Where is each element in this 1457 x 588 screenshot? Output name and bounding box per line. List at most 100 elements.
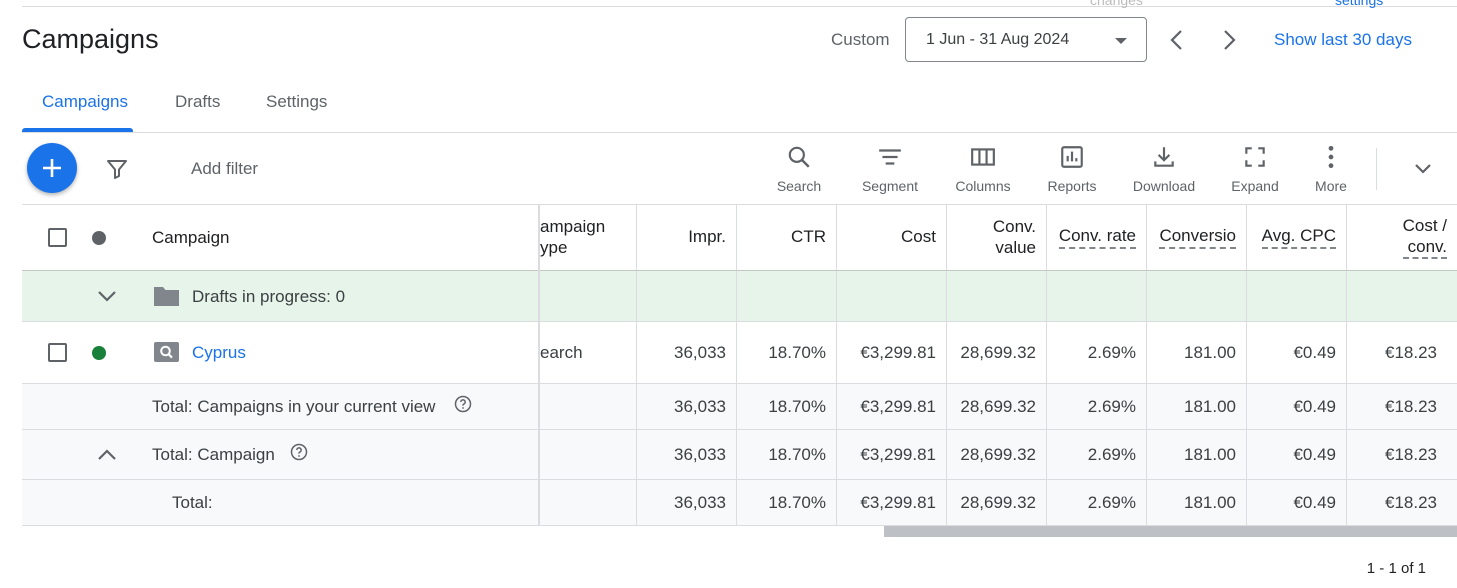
- cell-conv-rate: 2.69%: [1046, 322, 1146, 383]
- total-label: Total:: [172, 493, 213, 512]
- cell-value: 18.70%: [768, 342, 826, 362]
- segment-tool-button[interactable]: Segment: [850, 144, 930, 194]
- header-conversions[interactable]: Conversio: [1146, 205, 1246, 270]
- cell-conversions: 181.00: [1146, 430, 1246, 479]
- tool-label: Reports: [1047, 178, 1097, 194]
- cell-conv-value: 28,699.32: [946, 430, 1046, 479]
- page-title: Campaigns: [22, 24, 159, 54]
- reports-tool-button[interactable]: Reports: [1032, 144, 1112, 194]
- cell-value: 2.69%: [1087, 492, 1136, 512]
- help-icon[interactable]: [290, 443, 308, 461]
- cell-value: 18.70%: [768, 396, 826, 416]
- chevron-down-icon[interactable]: [1410, 158, 1436, 180]
- table-row[interactable]: Cyprus earch 36,033 18.70% €3,299.81 28,…: [22, 322, 1457, 384]
- search-tool-button[interactable]: Search: [759, 144, 839, 194]
- plus-icon: [43, 159, 61, 177]
- cell-value: 28,699.32: [960, 444, 1036, 464]
- cell-impr: 36,033: [636, 322, 736, 383]
- columns-tool-button[interactable]: Columns: [943, 144, 1023, 194]
- chevron-left-icon[interactable]: [1167, 28, 1187, 52]
- tab-settings[interactable]: Settings: [266, 92, 327, 112]
- header-line: value: [995, 237, 1036, 257]
- cell-impr: 36,033: [636, 384, 736, 429]
- top-divider: [22, 6, 1457, 7]
- download-tool-button[interactable]: Download: [1124, 144, 1204, 194]
- header-cost-per-conv[interactable]: Cost / conv.: [1346, 205, 1457, 270]
- cell-value: €0.49: [1293, 342, 1336, 362]
- expand-icon: [1245, 147, 1265, 167]
- header-impr[interactable]: Impr.: [636, 205, 736, 270]
- date-range-select[interactable]: 1 Jun - 31 Aug 2024: [905, 17, 1147, 62]
- reports-icon: [1061, 146, 1083, 168]
- cell-conv-value: 28,699.32: [946, 322, 1046, 383]
- chevron-up-icon[interactable]: [95, 443, 119, 467]
- header-ctr[interactable]: CTR: [736, 205, 836, 270]
- chevron-right-icon[interactable]: [1219, 28, 1239, 52]
- row-checkbox[interactable]: [48, 343, 67, 362]
- show-last-30-days-link[interactable]: Show last 30 days: [1274, 30, 1412, 50]
- cell-conversions: 181.00: [1146, 384, 1246, 429]
- add-button[interactable]: [27, 143, 77, 193]
- cell-conv-rate: 2.69%: [1046, 480, 1146, 525]
- cell-cost: €3,299.81: [836, 384, 946, 429]
- chevron-down-icon[interactable]: [95, 284, 119, 308]
- cell-value: €0.49: [1293, 492, 1336, 512]
- cell-conversions: 181.00: [1146, 322, 1246, 383]
- cell-impr: 36,033: [636, 430, 736, 479]
- drafts-label: Drafts in progress: 0: [192, 287, 346, 306]
- tab-drafts[interactable]: Drafts: [175, 92, 220, 112]
- cell-value: €0.49: [1293, 444, 1336, 464]
- cell-value: €18.23: [1385, 396, 1437, 416]
- drafts-cell: [736, 271, 836, 321]
- horizontal-scrollbar[interactable]: [884, 526, 1457, 537]
- header-text: Conversio: [1159, 226, 1236, 249]
- search-campaign-icon: [154, 342, 179, 362]
- cell-value: 18.70%: [768, 492, 826, 512]
- cell-value: €3,299.81: [860, 342, 936, 362]
- expand-tool-button[interactable]: Expand: [1215, 144, 1295, 194]
- date-range-value: 1 Jun - 31 Aug 2024: [926, 30, 1070, 48]
- tool-label: Search: [776, 178, 822, 194]
- campaign-name-link[interactable]: Cyprus: [192, 343, 246, 363]
- add-filter-button[interactable]: Add filter: [191, 159, 258, 179]
- more-tool-button[interactable]: More: [1291, 144, 1371, 194]
- header-line: conv.: [1407, 236, 1447, 256]
- filter-icon[interactable]: [105, 157, 129, 181]
- cell-ctr: 18.70%: [736, 384, 836, 429]
- cut-off-link[interactable]: settings: [1335, 0, 1383, 8]
- tool-label: Columns: [955, 178, 1011, 194]
- tool-label: Segment: [861, 178, 919, 194]
- header-campaign-type[interactable]: ampaign ype: [540, 205, 637, 270]
- segment-icon: [879, 149, 901, 165]
- header-campaign[interactable]: Campaign: [152, 228, 230, 248]
- header-text: Conv. rate: [1058, 226, 1136, 249]
- cell-impr: 36,033: [636, 480, 736, 525]
- status-enabled-icon[interactable]: [92, 346, 106, 360]
- cell-conv-rate: 2.69%: [1046, 384, 1146, 429]
- header-avg-cpc[interactable]: Avg. CPC: [1246, 205, 1346, 270]
- frozen-column-divider: [538, 205, 540, 526]
- header-conv-value[interactable]: Conv. value: [946, 205, 1046, 270]
- drafts-cell: [1146, 271, 1246, 321]
- tool-label: Expand: [1231, 178, 1279, 194]
- header-conv-rate[interactable]: Conv. rate: [1046, 205, 1146, 270]
- cell-conv-value: 28,699.32: [946, 384, 1046, 429]
- help-icon[interactable]: [454, 395, 472, 413]
- cell-value: 2.69%: [1087, 342, 1136, 362]
- download-icon: [1154, 147, 1174, 167]
- total-label: Total: Campaigns in your current view: [152, 397, 436, 416]
- tab-campaigns[interactable]: Campaigns: [42, 92, 128, 112]
- toolbar-divider: [1376, 148, 1377, 190]
- cell-conversions: 181.00: [1146, 480, 1246, 525]
- cell-value: 2.69%: [1087, 396, 1136, 416]
- cell-ctr: 18.70%: [736, 480, 836, 525]
- cell-value: 181.00: [1184, 342, 1236, 362]
- drafts-cell: [1046, 271, 1146, 321]
- header-cost[interactable]: Cost: [836, 205, 946, 270]
- cell-cost: €3,299.81: [836, 322, 946, 383]
- select-all-checkbox[interactable]: [48, 228, 67, 247]
- cell-value: €18.23: [1385, 342, 1437, 362]
- cell-cost-per-conv: €18.23: [1346, 480, 1457, 525]
- date-mode-label: Custom: [831, 30, 890, 49]
- cell-cost-per-conv: €18.23: [1346, 430, 1457, 479]
